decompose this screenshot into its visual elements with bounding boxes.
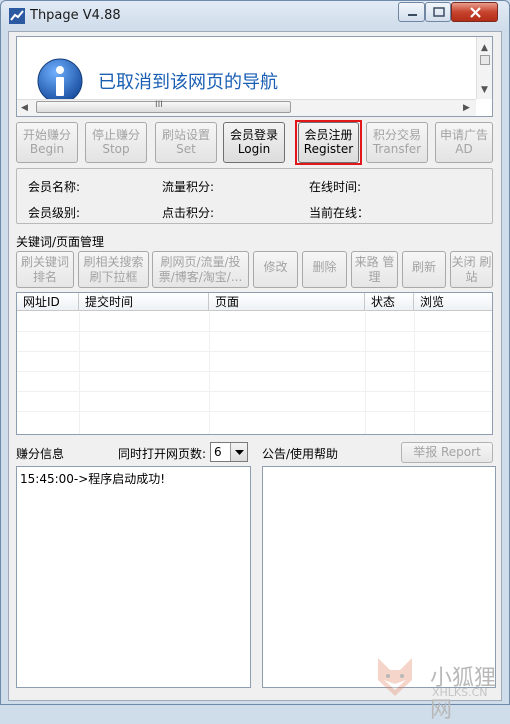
thumb-grip: III	[155, 100, 163, 110]
keyword-section-title: 关键词/页面管理	[16, 235, 105, 249]
row-divider	[17, 371, 492, 372]
ad-button[interactable]: 申请广告 AD	[435, 122, 493, 163]
column-divider	[209, 312, 210, 434]
ad-label-en: AD	[455, 142, 473, 156]
close-button[interactable]	[451, 2, 498, 22]
close-refresh-button[interactable]: 关闭 刷站	[450, 251, 493, 288]
dropdown-button[interactable]	[230, 443, 247, 461]
button-line2: 排名	[32, 270, 57, 284]
stop-label-en: Stop	[102, 142, 130, 156]
page-traffic-button[interactable]: 刷网页/流量/投 票/博客/淘宝/...	[152, 251, 249, 288]
row-divider	[17, 351, 492, 352]
register-label-cn: 会员注册	[304, 128, 353, 142]
button-label: 修改	[263, 260, 288, 274]
transfer-button[interactable]: 积分交易 Transfer	[366, 122, 428, 163]
info-icon	[37, 58, 83, 104]
scroll-up-icon[interactable]: ▲	[481, 43, 488, 53]
button-line1: 刷网页/流量/投	[160, 255, 241, 269]
stop-label-cn: 停止赚分	[91, 128, 140, 142]
stop-button[interactable]: 停止赚分 Stop	[85, 122, 147, 163]
concurrent-pages-value: 6	[214, 445, 222, 459]
transfer-label-cn: 积分交易	[372, 128, 421, 142]
button-line1: 刷关键词	[20, 255, 69, 269]
transfer-label-en: Transfer	[372, 142, 422, 156]
scroll-down-icon[interactable]: ▼	[481, 85, 488, 95]
login-button[interactable]: 会员登录 Login	[223, 122, 285, 163]
login-label-en: Login	[237, 142, 271, 156]
column-header-views[interactable]: 浏览	[414, 293, 492, 311]
report-button[interactable]: 举报 Report	[401, 442, 493, 463]
navigation-cancelled-message: 已取消到该网页的导航	[98, 72, 278, 93]
member-name-label: 会员名称:	[28, 180, 81, 194]
concurrent-pages-label: 同时打开网页数:	[118, 447, 207, 461]
ad-label-cn: 申请广告	[439, 128, 488, 142]
click-points-label: 点击积分:	[162, 206, 215, 220]
online-time-label: 在线时间:	[309, 180, 362, 194]
column-header-page[interactable]: 页面	[209, 293, 365, 311]
member-level-label: 会员级别:	[28, 206, 81, 220]
button-line1: 关闭	[451, 255, 476, 269]
login-label-cn: 会员登录	[229, 128, 278, 142]
set-label-cn: 刷站设置	[161, 128, 210, 142]
minimize-button[interactable]	[398, 2, 425, 22]
button-label: 刷新	[411, 260, 436, 274]
current-online-label: 当前在线：	[309, 206, 370, 220]
register-label-en: Register	[303, 142, 354, 156]
maximize-button[interactable]	[425, 2, 451, 22]
column-divider	[79, 312, 80, 434]
log-line: 15:45:00->程序启动成功!	[20, 472, 166, 486]
button-line2: 刷下拉框	[89, 270, 138, 284]
button-label: 删除	[312, 260, 337, 274]
close-icon	[470, 7, 481, 18]
earn-info-title: 赚分信息	[16, 447, 65, 461]
rank-keyword-button[interactable]: 刷关键词 排名	[16, 251, 74, 288]
button-line2: 票/博客/淘宝/...	[158, 270, 243, 284]
chevron-down-icon	[235, 450, 244, 455]
row-divider	[17, 411, 492, 412]
refresh-button[interactable]: 刷新	[402, 251, 446, 288]
column-header-submit-time[interactable]: 提交时间	[79, 293, 209, 311]
column-header-status[interactable]: 状态	[365, 293, 414, 311]
button-line1: 来路	[354, 255, 379, 269]
maximize-icon	[433, 7, 445, 17]
watermark-domain: XHLKS.CN	[432, 686, 488, 699]
begin-label-en: Begin	[29, 142, 65, 156]
column-header-url-id[interactable]: 网址ID	[17, 293, 79, 311]
app-icon	[9, 8, 25, 24]
scroll-right-icon[interactable]: ▶	[463, 103, 470, 113]
flow-points-label: 流量积分:	[162, 180, 215, 194]
column-divider	[414, 312, 415, 434]
register-button[interactable]: 会员注册 Register	[298, 122, 359, 163]
fox-logo-icon	[378, 658, 412, 696]
scroll-thumb[interactable]	[480, 55, 490, 65]
page-list-table[interactable]: 网址ID 提交时间 页面 状态 浏览	[16, 292, 493, 435]
scroll-left-icon[interactable]: ◀	[21, 103, 28, 113]
delete-button[interactable]: 删除	[302, 251, 347, 288]
set-button[interactable]: 刷站设置 Set	[155, 122, 217, 163]
edit-button[interactable]: 修改	[253, 251, 298, 288]
column-divider	[365, 312, 366, 434]
earn-log-textarea[interactable]: 15:45:00->程序启动成功!	[16, 466, 251, 688]
set-label-en: Set	[176, 142, 196, 156]
row-divider	[17, 391, 492, 392]
member-info-group	[16, 168, 493, 224]
horizontal-scroll-thumb[interactable]: III	[36, 100, 291, 113]
help-title: 公告/使用帮助	[262, 447, 339, 461]
minimize-icon	[408, 14, 417, 16]
browser-vertical-scrollbar[interactable]: ▲ ▼	[476, 37, 492, 99]
row-divider	[17, 331, 492, 332]
begin-button[interactable]: 开始赚分 Begin	[16, 122, 78, 163]
window-title: Thpage V4.88	[30, 8, 121, 23]
referrer-manage-button[interactable]: 来路 管理	[351, 251, 398, 288]
related-search-button[interactable]: 刷相关搜索 刷下拉框	[78, 251, 149, 288]
begin-label-cn: 开始赚分	[22, 128, 71, 142]
button-line1: 刷相关搜索	[83, 255, 144, 269]
